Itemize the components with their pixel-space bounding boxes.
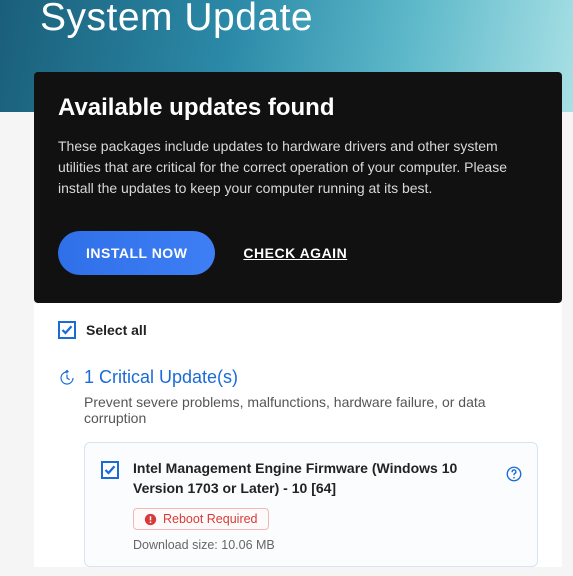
install-now-button[interactable]: INSTALL NOW (58, 231, 215, 275)
download-size-label: Download size: 10.06 MB (133, 538, 521, 552)
critical-section-header: 1 Critical Update(s) (58, 367, 538, 388)
refresh-clock-icon (58, 369, 76, 387)
update-item-title: Intel Management Engine Firmware (Window… (133, 459, 521, 498)
check-icon (61, 324, 73, 336)
update-item: Intel Management Engine Firmware (Window… (84, 442, 538, 567)
select-all-row: Select all (58, 321, 538, 339)
card-title: Available updates found (58, 94, 538, 122)
page-title: System Update (40, 0, 573, 37)
check-icon (104, 464, 116, 476)
updates-card: Available updates found These packages i… (34, 72, 562, 303)
card-description: These packages include updates to hardwa… (58, 136, 528, 199)
update-item-body: Intel Management Engine Firmware (Window… (133, 459, 521, 552)
check-again-link[interactable]: CHECK AGAIN (243, 245, 347, 261)
reboot-required-label: Reboot Required (163, 512, 258, 526)
select-all-checkbox[interactable] (58, 321, 76, 339)
critical-section-title: 1 Critical Update(s) (84, 367, 238, 388)
select-all-label: Select all (86, 322, 147, 338)
critical-section-description: Prevent severe problems, malfunctions, h… (84, 394, 538, 426)
update-item-checkbox[interactable] (101, 461, 119, 479)
alert-icon (144, 513, 157, 526)
card-actions: INSTALL NOW CHECK AGAIN (58, 231, 538, 275)
help-icon[interactable] (505, 465, 523, 483)
updates-list: Select all 1 Critical Update(s) Prevent … (34, 303, 562, 567)
reboot-required-badge: Reboot Required (133, 508, 269, 530)
